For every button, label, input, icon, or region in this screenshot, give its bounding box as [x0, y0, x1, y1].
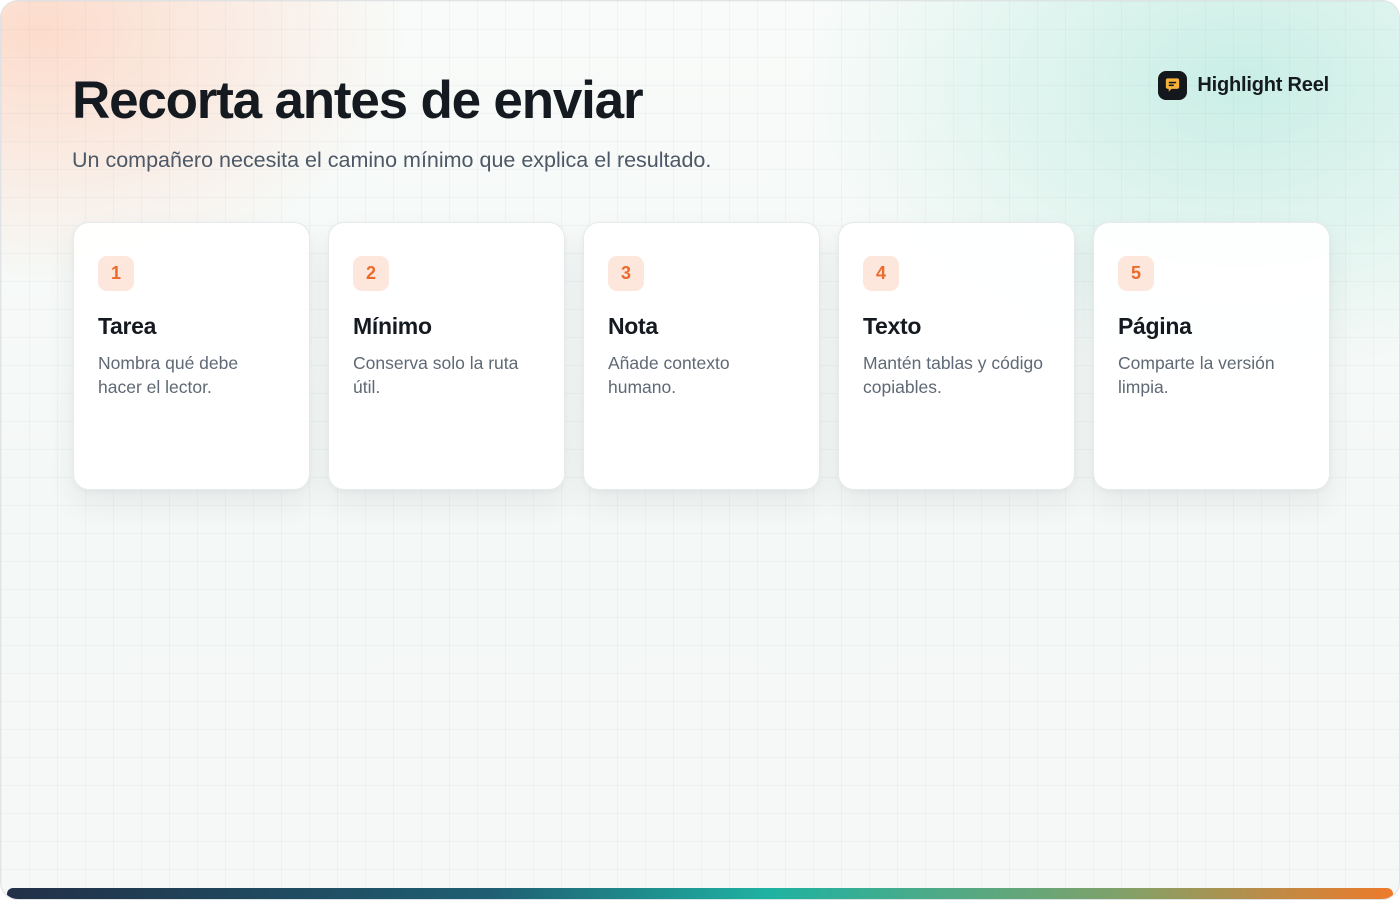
step-number-badge: 4: [863, 256, 899, 291]
step-card-tarea: 1 Tarea Nombra qué debe hacer el lector.: [73, 222, 310, 490]
step-card-pagina: 5 Página Comparte la versión limpia.: [1093, 222, 1330, 490]
steps-row: 1 Tarea Nombra qué debe hacer el lector.…: [73, 222, 1330, 490]
step-description: Comparte la versión limpia.: [1118, 352, 1275, 398]
step-description: Mantén tablas y código copiables.: [863, 352, 1043, 398]
step-number-badge: 3: [608, 256, 644, 291]
chat-bubble-icon: [1158, 71, 1188, 100]
step-title: Texto: [863, 313, 922, 339]
step-card-nota: 3 Nota Añade contexto humano.: [583, 222, 820, 490]
slide-frame: Recorta antes de enviar Un compañero nec…: [0, 0, 1400, 900]
brand-logo: Highlight Reel: [1158, 71, 1329, 100]
step-title: Tarea: [98, 313, 157, 339]
step-card-minimo: 2 Mínimo Conserva solo la ruta útil.: [328, 222, 565, 490]
step-title: Nota: [608, 313, 658, 339]
step-number-badge: 1: [98, 256, 134, 291]
page-subtitle: Un compañero necesita el camino mínimo q…: [72, 148, 712, 172]
step-title: Mínimo: [353, 313, 432, 339]
brand-name: Highlight Reel: [1197, 74, 1329, 96]
step-title: Página: [1118, 313, 1192, 339]
accent-gradient-bar: [7, 888, 1393, 899]
step-number-badge: 2: [353, 256, 389, 291]
step-description: Añade contexto humano.: [608, 352, 730, 398]
step-number-badge: 5: [1118, 256, 1154, 291]
page-title: Recorta antes de enviar: [72, 71, 644, 130]
step-description: Nombra qué debe hacer el lector.: [98, 352, 239, 398]
step-description: Conserva solo la ruta útil.: [353, 352, 519, 398]
step-card-texto: 4 Texto Mantén tablas y código copiables…: [838, 222, 1075, 490]
